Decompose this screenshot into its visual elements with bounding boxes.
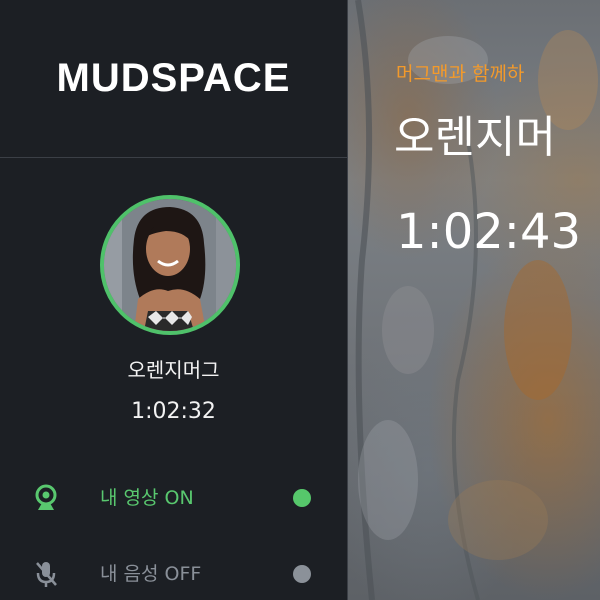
my-video-label: 내 영상 ON	[100, 487, 194, 509]
main-user-name: 오렌지머	[394, 112, 556, 163]
logo-area: MUDSPACE	[0, 0, 347, 158]
microphone-off-icon	[36, 562, 57, 587]
webcam-icon	[35, 484, 57, 510]
my-audio-label: 내 음성 OFF	[100, 563, 202, 585]
profile-timer: 1:02:32	[131, 399, 216, 424]
rust-texture-background	[355, 0, 598, 600]
audio-status-dot	[293, 565, 311, 583]
my-video-toggle[interactable]: 내 영상 ON	[0, 472, 347, 524]
mudspace-logo: MUDSPACE	[56, 56, 291, 100]
my-audio-toggle[interactable]: 내 음성 OFF	[0, 548, 347, 600]
app-window: MUDSPACE 오렌지머그 1:02:32 내 영상 ON 내 음성 OFF …	[0, 0, 600, 600]
greeting-text: 머그맨과 함께하	[396, 63, 525, 85]
video-status-dot	[293, 489, 311, 507]
profile-name: 오렌지머그	[127, 358, 220, 382]
sidebar: MUDSPACE 오렌지머그 1:02:32 내 영상 ON 내 음성 OFF	[0, 0, 348, 600]
avatar	[100, 195, 240, 335]
main-panel: 머그맨과 함께하 오렌지머 1:02:43	[348, 0, 600, 600]
main-timer: 1:02:43	[396, 204, 582, 260]
avatar-photo	[104, 199, 236, 331]
